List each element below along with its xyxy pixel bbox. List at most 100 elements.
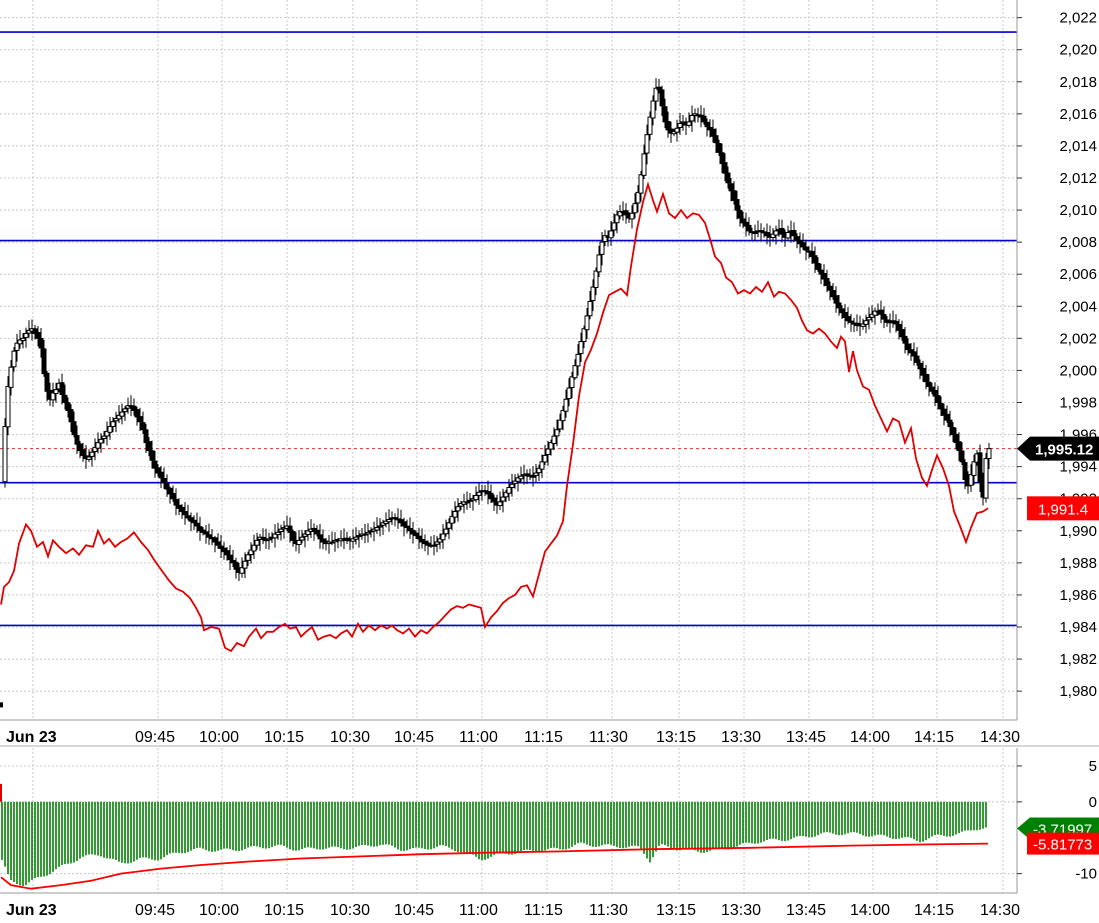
candle-body — [224, 550, 230, 556]
candle-body — [863, 320, 869, 325]
candle-body — [926, 381, 932, 387]
candle-fragment — [0, 702, 3, 708]
main-x-tick-label: 14:30 — [980, 729, 1020, 746]
candle-body — [44, 372, 50, 392]
candle-body — [101, 435, 107, 439]
candle-body — [551, 435, 557, 445]
main-x-tick-label: 11:00 — [459, 729, 498, 746]
candle-body — [569, 376, 575, 389]
candle-body — [431, 544, 437, 547]
candle-body — [704, 121, 710, 128]
candle-body — [575, 353, 581, 367]
sub-x-tick-label: 13:45 — [786, 902, 826, 918]
candle-body — [581, 328, 587, 342]
candle-body — [746, 224, 752, 232]
candle-body — [53, 389, 59, 395]
main-x-tick-label: 10:00 — [199, 729, 239, 746]
candle-body — [374, 527, 380, 531]
candle-body — [530, 475, 536, 478]
candle-body — [86, 456, 92, 460]
candle-body — [242, 560, 248, 569]
candle-body — [509, 483, 515, 489]
sub-x-tick-label: 10:45 — [394, 902, 434, 918]
candle-body — [212, 537, 218, 543]
sub-x-tick-label: 14:30 — [980, 902, 1020, 918]
candle-body — [452, 511, 458, 518]
candle-body — [716, 143, 722, 153]
candle-body — [557, 419, 563, 430]
candle-body — [74, 435, 80, 445]
candle-body — [137, 416, 143, 423]
candle-body — [848, 320, 854, 323]
candle-body — [590, 286, 596, 302]
main-y-tick-label: 1,990 — [1059, 523, 1097, 540]
candle-body — [662, 106, 668, 123]
main-x-tick-label: 11:30 — [589, 729, 628, 746]
candle-body — [554, 429, 560, 437]
main-y-tick-label: 1,984 — [1059, 619, 1097, 636]
sub-x-tick-label: 11:15 — [524, 902, 563, 918]
trading-chart: 2,022 2,020 2,018 2,016 2,014 2,012 2,010 2,008… — [0, 0, 1099, 919]
candle-body — [401, 521, 407, 527]
candle-body — [785, 232, 791, 239]
main-y-tick-label: 2,022 — [1059, 10, 1097, 27]
main-y-axis: 2,022 2,020 2,018 2,016 2,014 2,012 2,010 2,008… — [1016, 0, 1097, 720]
candle-body — [23, 333, 29, 339]
candle-body — [632, 203, 638, 214]
main-y-tick-label: 2,018 — [1059, 74, 1097, 91]
main-y-tick-label: 1,994 — [1059, 459, 1097, 476]
main-y-tick-label: 1,982 — [1059, 651, 1097, 668]
candle-body — [950, 427, 956, 436]
candle-body — [194, 522, 200, 527]
sub-x-tick-label: Jun 23 — [6, 902, 57, 918]
candle-body — [641, 153, 647, 176]
candle-body — [803, 246, 809, 251]
candle-body — [413, 532, 419, 537]
candle-body — [404, 525, 410, 529]
candle-body — [647, 116, 653, 135]
candle-body — [203, 531, 209, 535]
candle-body — [923, 373, 929, 383]
candle-body — [905, 343, 911, 351]
candle-body — [377, 525, 383, 528]
main-y-tick-label: 2,008 — [1059, 234, 1097, 251]
sub-x-tick-label: 13:15 — [656, 902, 696, 918]
candle-body — [71, 421, 77, 436]
candle-body — [500, 496, 506, 502]
main-x-tick-label: 10:15 — [264, 729, 304, 746]
candle-body — [539, 461, 545, 470]
main-y-tick-label: 2,002 — [1059, 330, 1097, 347]
candle-body — [227, 554, 233, 561]
candle-body — [473, 495, 479, 501]
candle-body — [659, 89, 665, 107]
candle-body — [140, 422, 146, 431]
candle-body — [254, 539, 260, 546]
candle-body — [593, 270, 599, 288]
main-x-axis: Jun 23 09:45 10:00 10:15 10:30 10:45 11:00 11:1… — [0, 719, 1020, 746]
sub-x-tick-label: 10:15 — [264, 902, 304, 918]
price-pane: 2,022 2,020 2,018 2,016 2,014 2,012 2,010 2,008… — [0, 0, 1099, 747]
sub-x-tick-label: 13:30 — [721, 902, 761, 918]
candle-body — [878, 309, 884, 315]
candle-body — [245, 554, 251, 561]
candle-body — [674, 127, 680, 133]
candle-body — [353, 536, 359, 540]
candle-body — [701, 115, 707, 123]
candle-body — [914, 355, 920, 363]
candle-body — [935, 395, 941, 403]
sub-x-tick-label: 11:00 — [459, 902, 498, 918]
candle-body — [299, 536, 305, 541]
candle-body — [182, 511, 188, 516]
candle-body — [689, 114, 695, 122]
candle-body — [2, 426, 8, 483]
candle-body — [881, 314, 887, 320]
sub-x-tick-label: 10:00 — [199, 902, 239, 918]
candle-body — [416, 535, 422, 540]
candle-body — [983, 458, 989, 499]
main-y-tick-label: 1,986 — [1059, 587, 1097, 604]
candle-body — [5, 385, 11, 428]
main-y-tick-label: 2,012 — [1059, 170, 1097, 187]
red-indicator-line — [0, 181, 989, 653]
candle-body — [173, 499, 179, 506]
main-x-tick-label: 10:45 — [394, 729, 434, 746]
